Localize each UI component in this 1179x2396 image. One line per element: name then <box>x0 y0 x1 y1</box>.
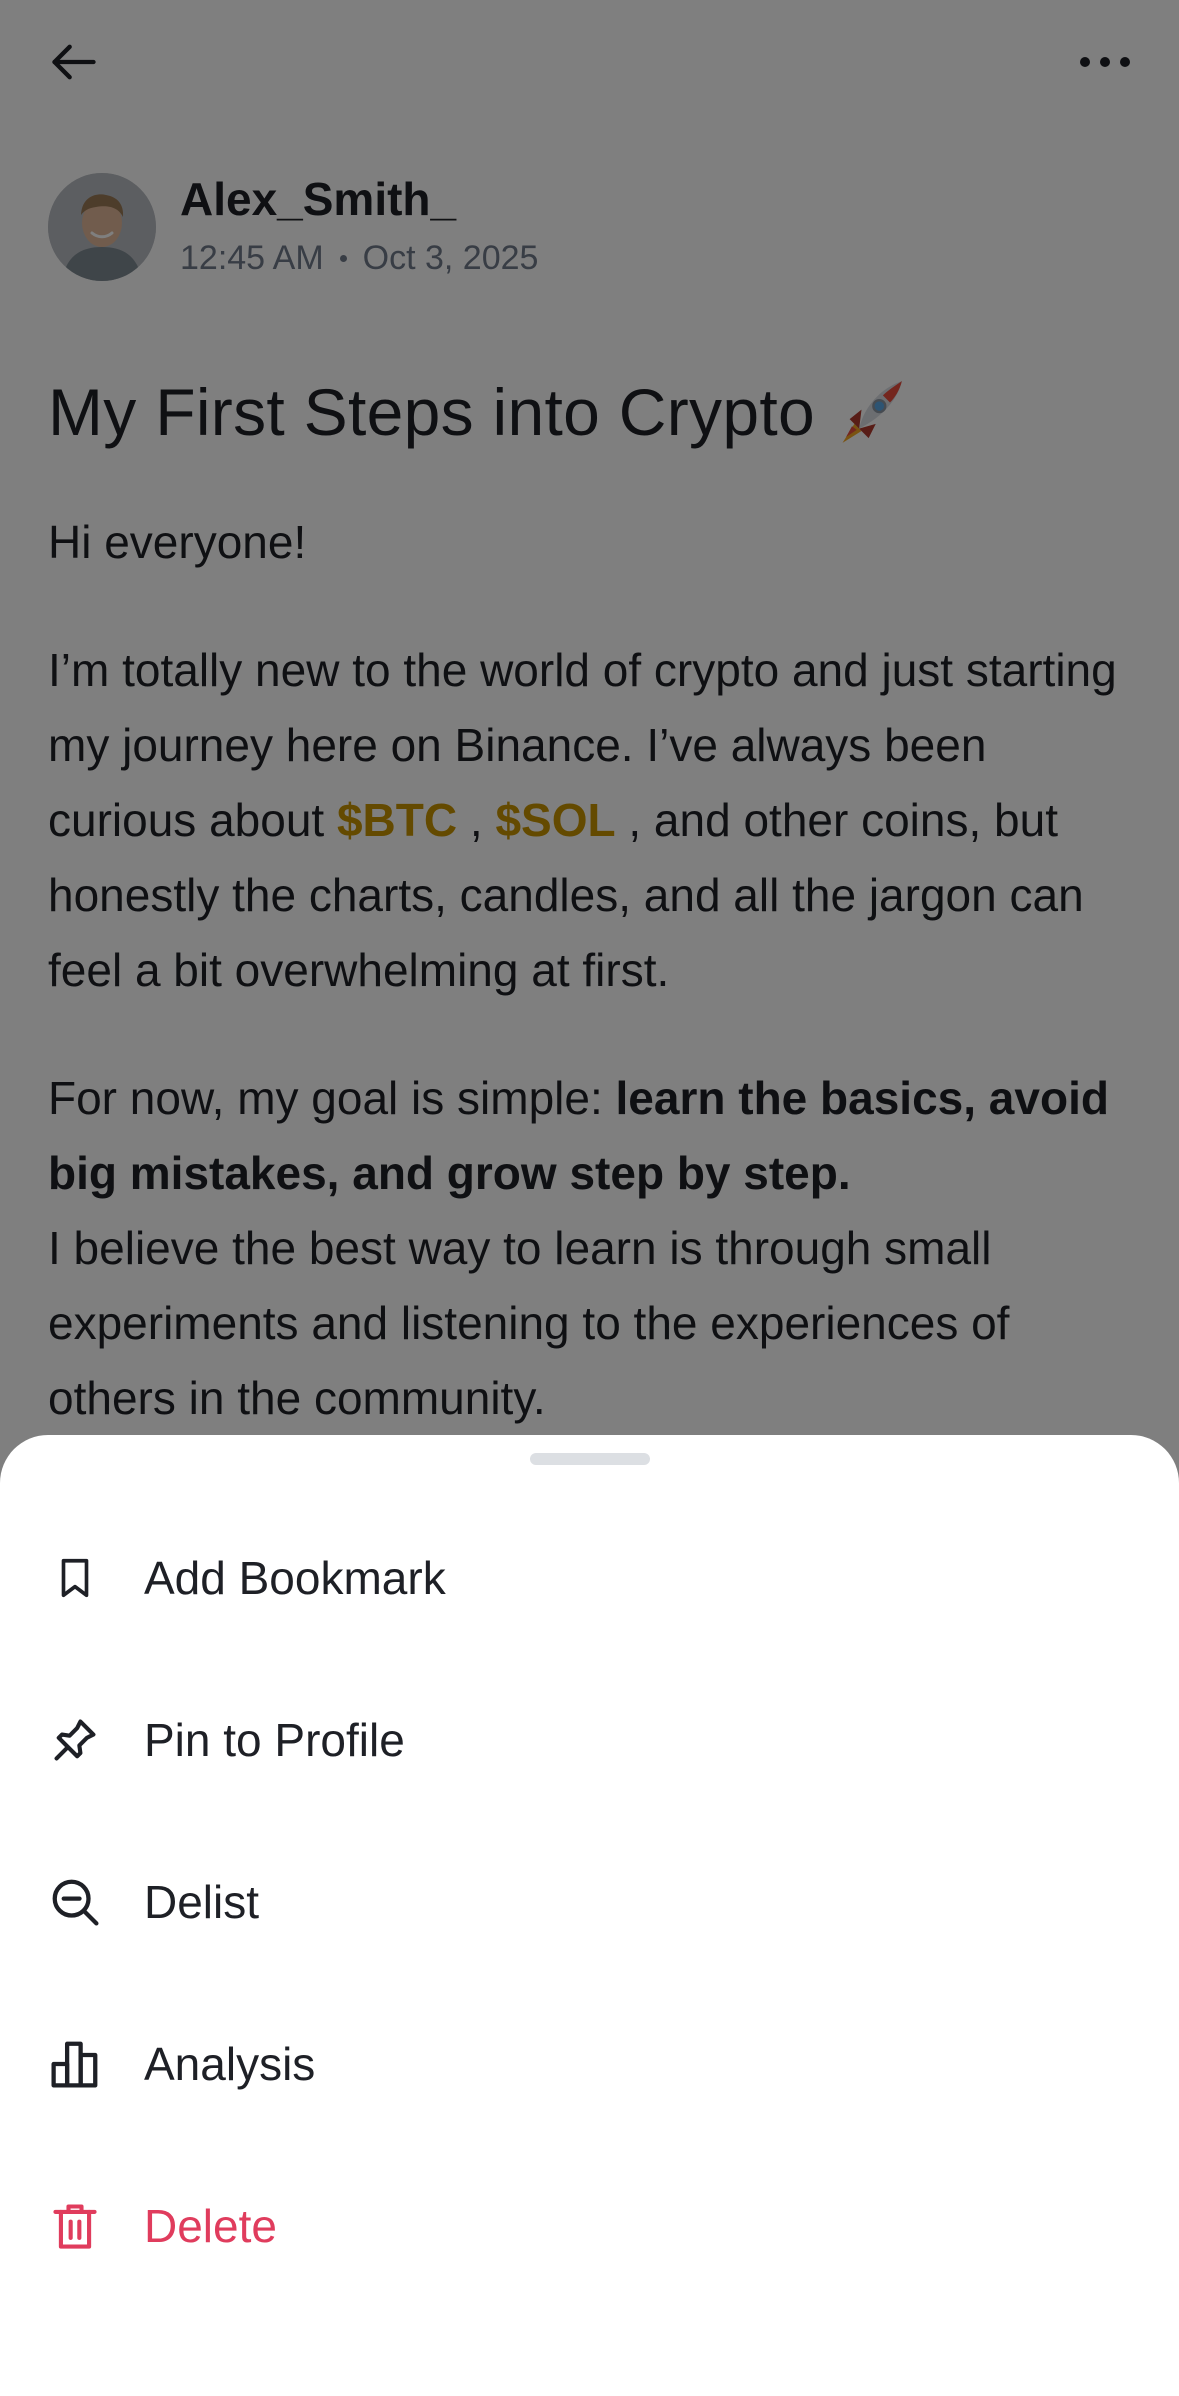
bottom-sheet: Add Bookmark Pin to Profile Delist Analy… <box>0 1435 1179 2396</box>
menu-item-label: Delete <box>144 2200 277 2252</box>
menu-item-delist[interactable]: Delist <box>0 1821 1179 1983</box>
menu-item-label: Pin to Profile <box>144 1714 405 1766</box>
menu-item-label: Add Bookmark <box>144 1552 446 1604</box>
bookmark-icon <box>48 1551 102 1605</box>
menu-item-analysis[interactable]: Analysis <box>0 1983 1179 2145</box>
pin-icon <box>48 1713 102 1767</box>
drag-handle[interactable] <box>530 1453 650 1465</box>
menu-item-label: Delist <box>144 1876 260 1928</box>
bar-chart-icon <box>48 2037 102 2091</box>
menu-item-add-bookmark[interactable]: Add Bookmark <box>0 1497 1179 1659</box>
menu-item-delete[interactable]: Delete <box>0 2145 1179 2307</box>
menu-item-pin-to-profile[interactable]: Pin to Profile <box>0 1659 1179 1821</box>
action-menu: Add Bookmark Pin to Profile Delist Analy… <box>0 1497 1179 2307</box>
menu-item-label: Analysis <box>144 2038 316 2090</box>
zoom-out-icon <box>48 1875 102 1929</box>
trash-icon <box>48 2199 102 2253</box>
